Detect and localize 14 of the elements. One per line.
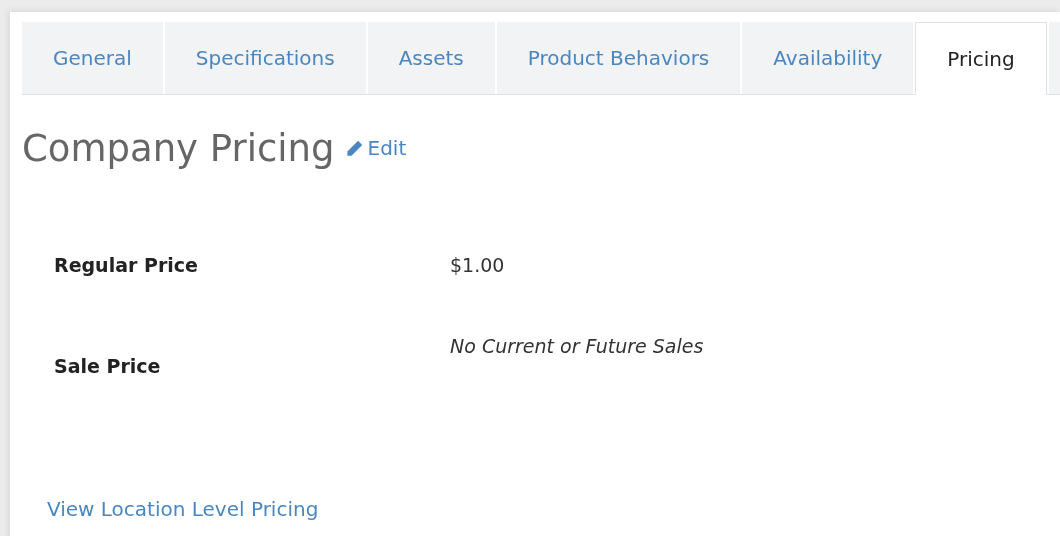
- tab[interactable]: Assets: [367, 22, 497, 94]
- tab[interactable]: Product Behaviors: [496, 22, 743, 94]
- tab[interactable]: Specifications: [164, 22, 368, 94]
- edit-link[interactable]: Edit: [367, 136, 407, 160]
- price-value: No Current or Future Sales: [450, 335, 704, 357]
- tab[interactable]: Availability: [742, 22, 916, 94]
- price-label: Sale Price: [54, 355, 162, 377]
- location-pricing-link[interactable]: View Location Level Pricing: [47, 497, 319, 521]
- section-title: Company Pricing: [22, 126, 335, 170]
- pencil-icon[interactable]: [344, 138, 364, 158]
- price-value: $1.00: [450, 254, 505, 276]
- tab[interactable]: Pricing: [915, 22, 1047, 95]
- price-label: Regular Price: [54, 254, 199, 276]
- tab[interactable]: General: [22, 22, 165, 94]
